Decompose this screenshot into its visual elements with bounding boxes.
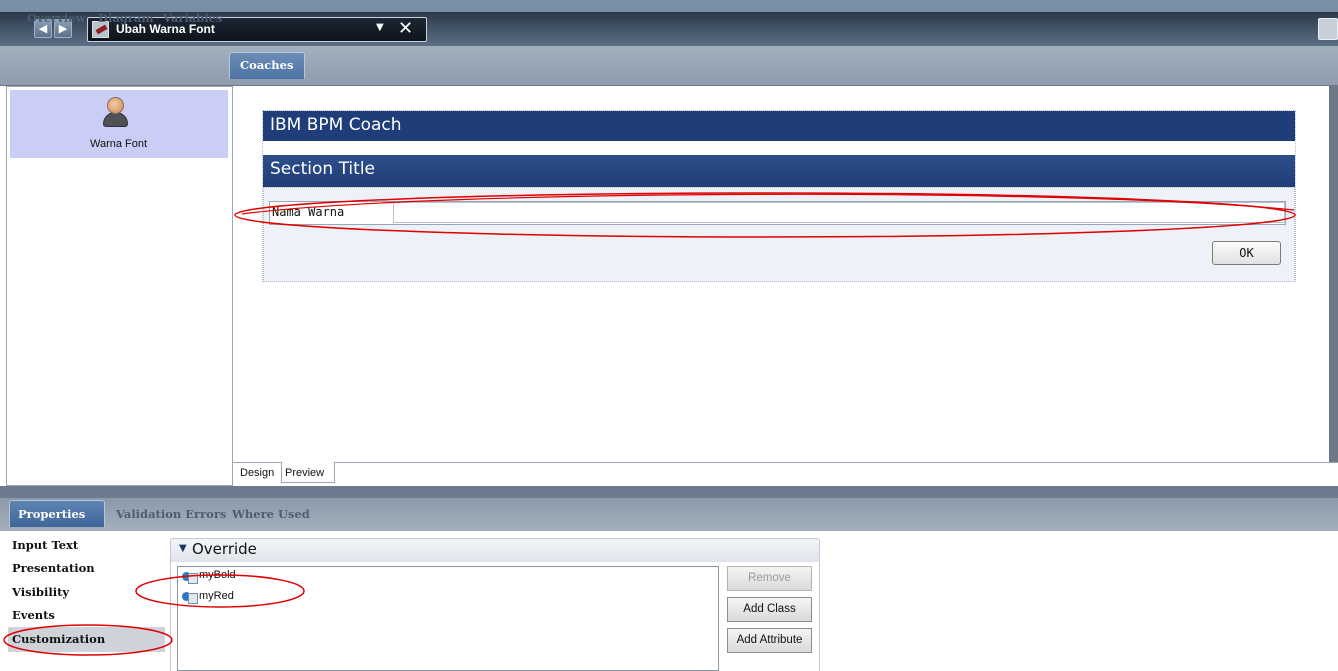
window-control[interactable] [1318, 18, 1338, 40]
nav-visibility[interactable]: Visibility [12, 585, 69, 599]
tab-overview[interactable]: Overview [27, 11, 85, 25]
dropdown-icon[interactable]: ▼ [376, 22, 384, 33]
nav-input-text[interactable]: Input Text [12, 538, 78, 552]
tab-preview[interactable]: Preview [285, 467, 324, 479]
nav-events[interactable]: Events [12, 608, 55, 622]
remove-button[interactable]: Remove [727, 566, 812, 591]
ok-button[interactable]: OK [1212, 241, 1281, 265]
collapse-arrow-icon[interactable]: ▼ [179, 543, 187, 554]
tab-properties-label[interactable]: Properties [18, 507, 85, 521]
annotation-ellipse-input [234, 192, 1296, 238]
tab-design[interactable]: Design [240, 467, 274, 479]
view-tabs-bar [233, 462, 1338, 486]
coach-header-text: IBM BPM Coach [270, 115, 402, 135]
person-icon [107, 97, 124, 114]
coach-header[interactable]: IBM BPM Coach [263, 111, 1295, 141]
add-class-button[interactable]: Add Class [727, 597, 812, 622]
tab-where-used[interactable]: Where Used [232, 507, 310, 521]
vertical-scrollbar[interactable] [1329, 86, 1338, 462]
close-icon[interactable]: ✕ [398, 18, 413, 39]
add-attribute-button[interactable]: Add Attribute [727, 628, 812, 653]
tab-coaches-label[interactable]: Coaches [240, 58, 293, 72]
coach-item-label: Warna Font [90, 138, 148, 150]
tab-diagram[interactable]: Diagram [98, 11, 154, 25]
tab-variables[interactable]: Variables [163, 11, 222, 25]
editor-tabs-bar [0, 46, 1338, 86]
override-label: Override [192, 540, 257, 558]
override-section-header[interactable] [170, 538, 820, 563]
nav-presentation[interactable]: Presentation [12, 561, 95, 575]
section-title-text: Section Title [270, 159, 375, 179]
annotation-ellipse-customization [3, 624, 173, 656]
annotation-ellipse-classes [135, 574, 305, 608]
section-header[interactable]: Section Title [263, 155, 1295, 187]
tab-validation-errors[interactable]: Validation Errors [116, 507, 226, 521]
